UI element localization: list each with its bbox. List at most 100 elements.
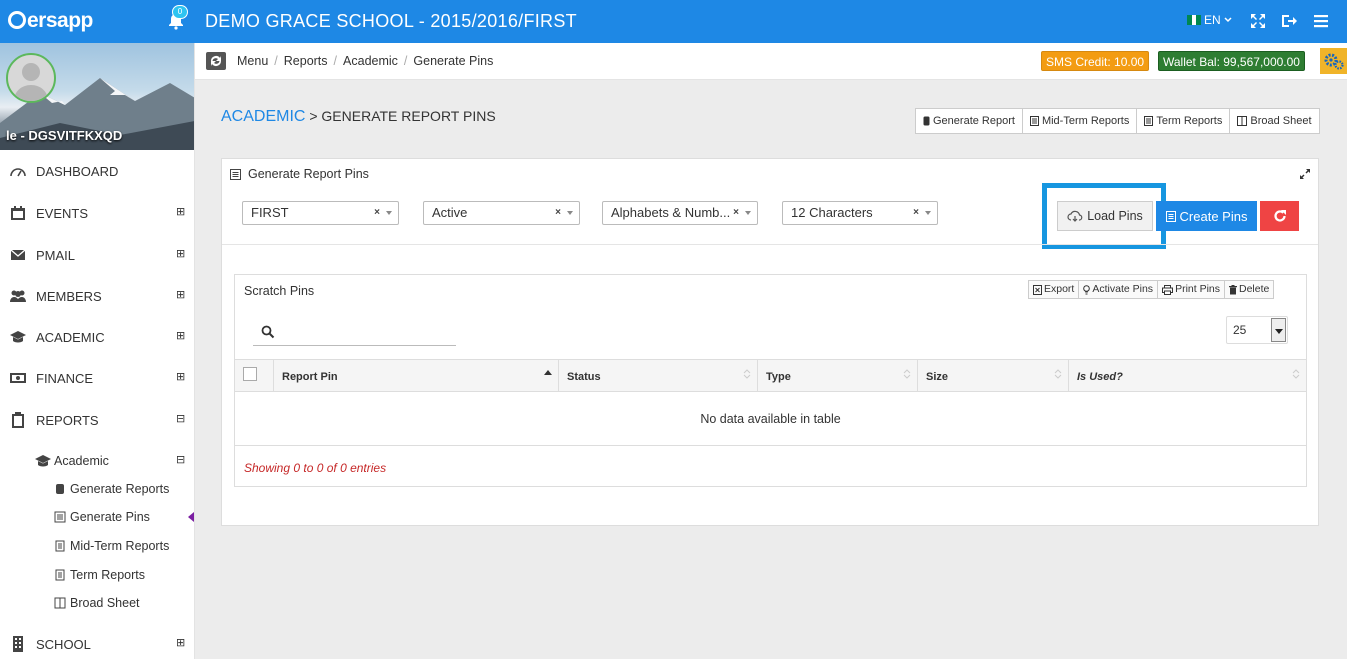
select-value: Alphabets & Numb... <box>611 205 731 220</box>
clear-icon[interactable]: × <box>913 202 919 224</box>
wallet-balance-badge[interactable]: Wallet Bal: 99,567,000.00 <box>1158 51 1305 71</box>
breadcrumb-separator: / <box>403 54 408 68</box>
pin-type-select[interactable]: Alphabets & Numb... × <box>602 201 758 225</box>
sidebar-item-label: Academic <box>54 454 109 468</box>
expand-icon[interactable]: ⊞ <box>176 330 185 342</box>
clear-icon[interactable]: × <box>555 202 561 224</box>
sidebar-item-members[interactable]: MEMBERS ⊞ <box>0 281 195 311</box>
expand-icon[interactable]: ⊞ <box>176 289 185 301</box>
select-value: FIRST <box>251 205 289 220</box>
document-icon <box>55 540 65 552</box>
term-select[interactable]: FIRST × <box>242 201 399 225</box>
column-size[interactable]: Size <box>918 360 1069 391</box>
graduation-cap-icon <box>10 331 26 343</box>
page-size-select[interactable]: 25 <box>1226 316 1288 344</box>
menu-icon[interactable] <box>1312 12 1330 30</box>
expand-icon[interactable]: ⊞ <box>176 248 185 260</box>
dropdown-arrow-icon[interactable] <box>1271 318 1286 342</box>
collapse-icon[interactable]: ⊟ <box>176 454 185 466</box>
select-all-checkbox[interactable] <box>243 367 257 381</box>
breadcrumb-generate-pins: Generate Pins <box>413 54 494 68</box>
logout-icon[interactable] <box>1280 12 1298 30</box>
money-icon <box>10 373 26 383</box>
avatar[interactable] <box>6 53 56 103</box>
columns-icon <box>1237 116 1248 126</box>
expand-icon[interactable]: ⊞ <box>176 637 185 649</box>
sidebar-item-reports[interactable]: REPORTS ⊟ <box>0 405 195 435</box>
breadcrumb-reports[interactable]: Reports <box>284 54 328 68</box>
file-export-icon <box>1033 284 1042 295</box>
refresh-icon[interactable] <box>206 52 226 70</box>
status-select[interactable]: Active × <box>423 201 580 225</box>
active-indicator <box>188 512 194 522</box>
settings-button[interactable] <box>1320 48 1347 74</box>
table-search-input[interactable] <box>253 320 456 346</box>
button-label: Create Pins <box>1179 208 1248 224</box>
caret-down-icon <box>386 211 392 215</box>
sidebar-subitem-mid-term-reports[interactable]: Mid-Term Reports <box>0 534 195 558</box>
create-pins-button[interactable]: Create Pins <box>1156 201 1257 231</box>
select-all-column <box>235 360 274 391</box>
sidebar-item-academic[interactable]: ACADEMIC ⊞ <box>0 322 195 352</box>
sidebar-item-academic-group[interactable]: Academic ⊟ <box>0 446 195 476</box>
pin-size-select[interactable]: 12 Characters × <box>782 201 938 225</box>
envelope-icon <box>10 249 26 260</box>
app-logo[interactable]: ersapp <box>8 9 93 33</box>
search-icon <box>261 325 275 339</box>
delete-button[interactable]: Delete <box>1225 281 1273 298</box>
sidebar-subitem-generate-pins[interactable]: Generate Pins <box>0 505 195 529</box>
language-label: EN <box>1204 13 1221 27</box>
load-pins-button[interactable]: Load Pins <box>1057 201 1153 231</box>
sidebar-subitem-generate-reports[interactable]: Generate Reports <box>0 477 195 501</box>
sidebar-item-dashboard[interactable]: DASHBOARD <box>0 156 195 186</box>
table-info: Showing 0 to 0 of 0 entries <box>244 461 387 475</box>
sidebar-item-label: ACADEMIC <box>36 329 105 345</box>
sms-credit-badge[interactable]: SMS Credit: 10.00 <box>1041 51 1150 71</box>
panel-divider <box>222 244 1318 245</box>
sidebar-item-pmail[interactable]: PMAIL ⊞ <box>0 240 195 270</box>
generate-report-button[interactable]: Generate Report <box>916 109 1023 133</box>
panel-header: Generate Report Pins <box>230 167 369 181</box>
print-pins-button[interactable]: Print Pins <box>1158 281 1225 298</box>
button-label: Term Reports <box>1156 115 1223 127</box>
table-header: Report Pin Status Type Size Is Used? <box>235 359 1306 392</box>
column-status[interactable]: Status <box>559 360 758 391</box>
empty-table-message: No data available in table <box>235 392 1306 446</box>
sidebar-item-events[interactable]: EVENTS ⊞ <box>0 198 195 228</box>
trash-icon <box>1229 284 1237 294</box>
flag-icon <box>1187 15 1202 25</box>
select-value: 12 Characters <box>791 205 873 220</box>
fullscreen-icon[interactable] <box>1249 12 1267 30</box>
profile-name: le - DGSVITFKXQD <box>6 128 123 143</box>
expand-icon[interactable]: ⊞ <box>176 206 185 218</box>
sidebar-item-label: REPORTS <box>36 412 99 428</box>
column-report-pin[interactable]: Report Pin <box>274 360 559 391</box>
sidebar-item-finance[interactable]: FINANCE ⊞ <box>0 363 195 393</box>
column-is-used[interactable]: Is Used? <box>1069 360 1306 391</box>
clear-icon[interactable]: × <box>733 202 739 224</box>
export-button[interactable]: Export <box>1029 281 1080 298</box>
reset-button[interactable] <box>1260 201 1299 231</box>
notification-count: 0 <box>172 5 188 19</box>
column-type[interactable]: Type <box>758 360 918 391</box>
caret-down-icon <box>745 211 751 215</box>
sidebar-subitem-term-reports[interactable]: Term Reports <box>0 563 195 587</box>
clear-icon[interactable]: × <box>374 202 380 224</box>
page-title-section[interactable]: ACADEMIC <box>221 108 305 125</box>
language-selector[interactable]: EN <box>1187 13 1232 27</box>
collapse-icon[interactable]: ⊟ <box>176 413 185 425</box>
breadcrumb-menu[interactable]: Menu <box>237 54 268 68</box>
expand-icon[interactable]: ⊞ <box>176 371 185 383</box>
button-label: Broad Sheet <box>1250 115 1312 127</box>
breadcrumb-academic[interactable]: Academic <box>343 54 398 68</box>
term-reports-button[interactable]: Term Reports <box>1137 109 1231 133</box>
sort-icon <box>903 369 911 379</box>
sidebar-subitem-broad-sheet[interactable]: Broad Sheet <box>0 591 195 615</box>
refresh-icon <box>1273 210 1286 222</box>
sidebar-item-school[interactable]: SCHOOL ⊞ <box>0 629 195 659</box>
activate-pins-button[interactable]: Activate Pins <box>1079 281 1159 298</box>
breadcrumb: Menu / Reports / Academic / Generate Pins <box>237 54 493 68</box>
broad-sheet-button[interactable]: Broad Sheet <box>1230 109 1318 133</box>
expand-icon[interactable] <box>1299 168 1311 180</box>
mid-term-reports-button[interactable]: Mid-Term Reports <box>1023 109 1138 133</box>
